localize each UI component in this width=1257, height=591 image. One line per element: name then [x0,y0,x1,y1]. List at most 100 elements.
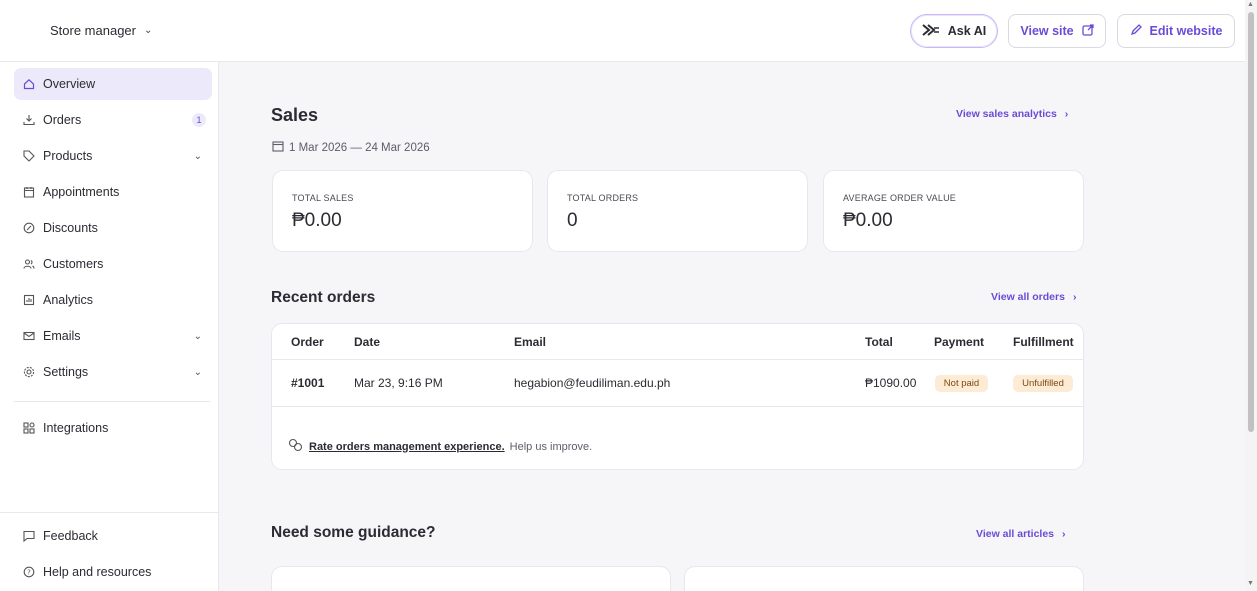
integrations-icon [22,421,36,435]
download-icon [22,113,36,127]
view-site-label: View site [1020,24,1074,38]
order-total: ₱1090.00 [865,376,917,390]
users-icon [22,257,36,271]
column-header[interactable]: Order [291,335,324,349]
home-icon [22,77,36,91]
svg-text:?: ? [27,568,31,576]
total-orders-card: TOTAL ORDERS 0 [547,170,808,252]
recent-orders-title: Recent orders [271,289,376,306]
sidebar-divider [0,512,219,513]
order-email: hegabion@feudiliman.edu.ph [514,376,671,390]
sidebar-item-label: Emails [43,329,81,343]
total-sales-card: TOTAL SALES ₱0.00 [272,170,533,252]
page-scrollbar[interactable]: ▲ ▼ [1245,0,1257,591]
sidebar-item-label: Customers [43,257,104,271]
sparkle-icon [922,23,940,40]
sidebar-item-label: Analytics [43,293,94,307]
scrollbar-thumb[interactable] [1248,12,1254,432]
recent-orders-table: Order Date Email Total Payment Fulfillme… [271,323,1084,470]
chart-icon [22,293,36,307]
view-site-button[interactable]: View site [1008,14,1106,48]
calendar-icon [22,185,36,199]
sidebar-item-analytics[interactable]: Analytics [14,284,212,316]
link-label: View all articles [976,528,1055,540]
table-row[interactable]: #1001 Mar 23, 9:16 PM hegabion@feudilima… [272,360,1083,407]
card-label: AVERAGE ORDER VALUE [843,193,956,203]
sidebar-item-overview[interactable]: Overview [14,68,212,100]
view-all-articles-link[interactable]: View all articles › [976,528,1066,540]
sidebar-item-feedback[interactable]: Feedback [14,520,212,552]
scroll-up-icon[interactable]: ▲ [1247,1,1254,8]
edit-website-label: Edit website [1149,24,1223,38]
sidebar-item-discounts[interactable]: Discounts [14,212,212,244]
card-label: TOTAL SALES [292,193,354,203]
tag-icon [22,149,36,163]
sidebar-item-label: Help and resources [43,565,152,579]
date-range-label: 1 Mar 2026 — 24 Mar 2026 [289,141,430,154]
payment-status-badge: Not paid [935,375,988,392]
orders-count-badge: 1 [192,113,206,127]
sidebar-item-settings[interactable]: Settings ⌄ [14,356,212,388]
mail-icon [22,329,36,343]
ask-ai-button[interactable]: Ask AI [910,14,998,48]
sidebar-divider [14,401,210,402]
rate-experience: Rate orders management experience. Help … [288,438,592,455]
link-label: View sales analytics [956,108,1057,120]
sidebar-item-appointments[interactable]: Appointments [14,176,212,208]
card-value: 0 [567,210,578,231]
order-date: Mar 23, 9:16 PM [354,376,443,390]
guidance-title: Need some guidance? [271,524,436,541]
edit-website-button[interactable]: Edit website [1117,14,1235,48]
average-order-value-card: AVERAGE ORDER VALUE ₱0.00 [823,170,1084,252]
chevron-right-icon: › [1072,291,1077,303]
sidebar-item-integrations[interactable]: Integrations [14,412,212,444]
rate-experience-link[interactable]: Rate orders management experience. [309,441,505,453]
rate-experience-suffix: Help us improve. [509,440,593,453]
chevron-down-icon[interactable]: ⌄ [194,367,202,378]
sidebar: Overview Orders 1 Products ⌄ Appointment… [0,62,219,591]
store-switcher[interactable]: Store manager ⌄ [50,23,152,38]
sidebar-item-label: Discounts [43,221,98,235]
chevron-right-icon: › [1062,528,1066,540]
sidebar-item-label: Feedback [43,529,98,543]
column-header[interactable]: Fulfillment [1013,335,1074,349]
column-header[interactable]: Total [865,335,893,349]
fulfillment-status-badge: Unfulfilled [1013,375,1073,392]
calendar-icon [272,140,284,155]
guidance-article-card[interactable] [684,566,1084,591]
sales-title: Sales [271,105,319,125]
table-header: Order Date Email Total Payment Fulfillme… [272,324,1083,360]
sidebar-item-products[interactable]: Products ⌄ [14,140,212,172]
main-content: Sales View sales analytics › 1 Mar 2026 … [220,62,1245,591]
scroll-down-icon[interactable]: ▼ [1247,580,1254,587]
help-icon: ? [22,565,36,579]
chevron-down-icon[interactable]: ⌄ [194,151,202,162]
sidebar-item-label: Integrations [43,421,109,435]
order-number[interactable]: #1001 [291,376,324,390]
chevron-right-icon: › [1064,108,1069,120]
column-header[interactable]: Payment [934,335,984,349]
card-label: TOTAL ORDERS [567,193,639,203]
column-header[interactable]: Date [354,335,380,349]
view-all-orders-link[interactable]: View all orders › [991,291,1076,303]
ask-ai-label: Ask AI [947,24,987,38]
sidebar-item-emails[interactable]: Emails ⌄ [14,320,212,352]
sidebar-item-customers[interactable]: Customers [14,248,212,280]
link-label: View all orders [991,291,1065,303]
card-value: ₱0.00 [292,210,342,231]
view-sales-analytics-link[interactable]: View sales analytics › [956,108,1068,120]
sidebar-item-help[interactable]: ? Help and resources [14,556,212,588]
top-bar: Store manager ⌄ Ask AI View site Edit we… [0,0,1245,62]
store-label: Store manager [50,23,136,38]
guidance-article-card[interactable] [271,566,671,591]
external-link-icon [1081,23,1094,39]
chevron-down-icon[interactable]: ⌄ [194,331,202,342]
sidebar-item-label: Settings [43,365,89,379]
sidebar-item-orders[interactable]: Orders 1 [14,104,212,136]
chevron-down-icon: ⌄ [144,25,153,36]
date-range[interactable]: 1 Mar 2026 — 24 Mar 2026 [272,140,430,155]
column-header[interactable]: Email [514,335,546,349]
sidebar-item-label: Overview [43,77,96,91]
feedback-icon [288,438,304,455]
pencil-icon [1130,23,1142,39]
